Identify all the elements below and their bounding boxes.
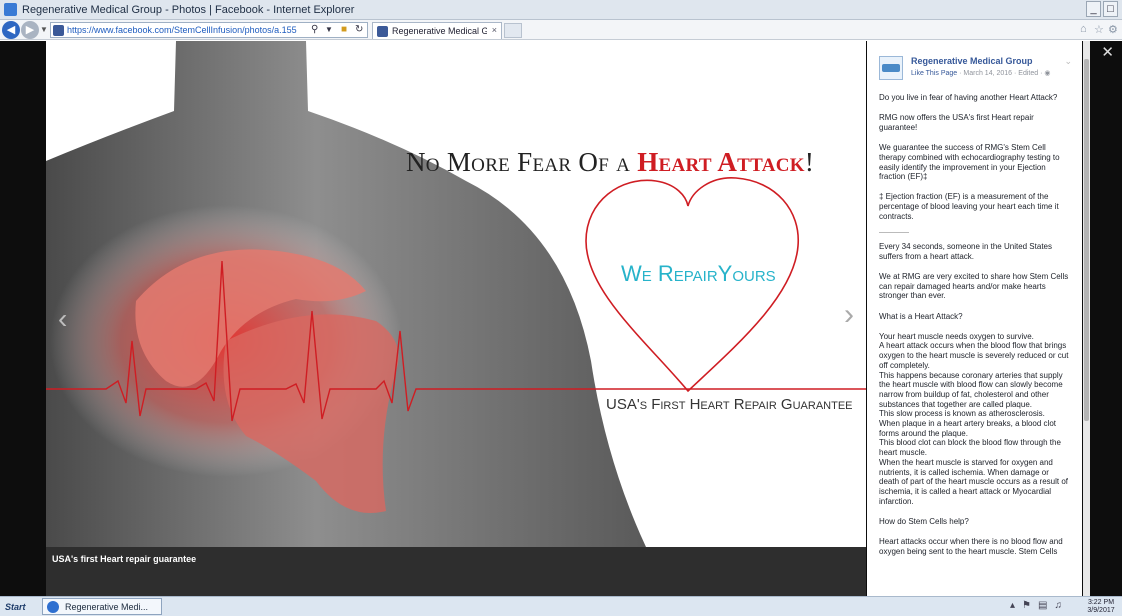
tray-arrow-icon[interactable]: ▴ [1010, 600, 1015, 611]
post-meta: Like This Page · March 14, 2016 · Edited… [911, 69, 1050, 77]
browser-tab-active[interactable]: Regenerative Medical Gro... × [372, 22, 502, 39]
photo-caption: USA's first Heart repair guarantee [52, 554, 197, 564]
post-sidebar: Regenerative Medical Group Like This Pag… [867, 41, 1082, 596]
refresh-icon[interactable]: ↻ [355, 24, 363, 35]
headline-lead: No More Fear Of a [406, 147, 638, 177]
post-paragraph: We guarantee the success of RMG's Stem C… [879, 143, 1060, 182]
favorites-star-icon[interactable]: ☆ [1094, 23, 1104, 36]
clock-time: 3:22 PM [1087, 599, 1115, 606]
window-title: Regenerative Medical Group - Photos | Fa… [22, 4, 355, 16]
minimize-button[interactable]: _ [1086, 1, 1101, 17]
chevron-left-icon[interactable]: ‹ [58, 303, 67, 335]
post-text: Do you live in fear of having another He… [879, 93, 1069, 567]
tab-favicon-icon [377, 26, 388, 37]
post-date: · March 14, 2016 · Edited · [957, 70, 1045, 77]
photo-theater: No More Fear Of a Heart Attack! We Repai… [0, 41, 1122, 596]
tab-label: Regenerative Medical Gro... [392, 26, 487, 36]
gear-icon[interactable]: ⚙ [1108, 23, 1118, 36]
volume-icon[interactable]: ♫ [1054, 600, 1062, 611]
system-tray: ▴ ⚑ ▤ ♫ [1010, 600, 1062, 611]
chevron-right-icon[interactable]: › [844, 298, 854, 332]
heart-text: We RepairYours [621, 261, 776, 286]
site-favicon-icon [53, 25, 64, 36]
photo-illustration [46, 41, 866, 596]
close-icon[interactable]: ✕ [1101, 43, 1114, 61]
search-icon[interactable]: ⚲ [311, 24, 318, 35]
taskbar-ie-button[interactable]: Regenerative Medi... [42, 598, 162, 615]
history-dropdown-icon[interactable]: ▼ [40, 25, 48, 34]
post-paragraph: RMG now offers the USA's first Heart rep… [879, 113, 1034, 132]
clock-date: 3/9/2017 [1087, 607, 1115, 614]
post-paragraph: Every 34 seconds, someone in the United … [879, 242, 1052, 261]
address-dropdown-icon[interactable]: ▼ [325, 25, 333, 34]
photo-caption-bar: USA's first Heart repair guarantee [46, 547, 866, 596]
network-icon[interactable]: ▤ [1038, 600, 1047, 611]
post-paragraph: ‡ Ejection fraction (EF) is a measuremen… [879, 192, 1059, 221]
new-tab-button[interactable] [504, 23, 522, 38]
start-button[interactable]: Start [2, 599, 36, 615]
headline-end: ! [804, 147, 815, 177]
post-paragraph: Your heart muscle needs oxygen to surviv… [879, 331, 1069, 506]
browser-navigation-bar: ◀ ▶ ▼ https://www.facebook.com/StemCellI… [0, 20, 1122, 40]
maximize-button[interactable]: □ [1103, 1, 1118, 17]
window-controls: _ □ [1086, 1, 1118, 19]
ie-logo-icon [4, 3, 17, 16]
forward-arrow-icon[interactable]: ▶ [21, 21, 39, 39]
sidebar-scrollbar-thumb[interactable] [1084, 59, 1089, 421]
page-avatar[interactable] [879, 56, 903, 80]
home-icon[interactable]: ⌂ [1080, 23, 1087, 35]
taskbar: Start Regenerative Medi... ▴ ⚑ ▤ ♫ 3:22 … [0, 596, 1122, 616]
post-paragraph: How do Stem Cells help? [879, 516, 969, 526]
post-paragraph: We at RMG are very excited to share how … [879, 271, 1069, 301]
photo-tagline: USA's First Heart Repair Guarantee [606, 396, 853, 413]
tab-close-icon[interactable]: × [492, 25, 497, 35]
address-url[interactable]: https://www.facebook.com/StemCellInfusio… [67, 25, 297, 35]
divider [879, 232, 909, 234]
post-paragraph: What is a Heart Attack? [879, 311, 963, 321]
taskbar-item-label: Regenerative Medi... [65, 602, 149, 612]
ie-icon [47, 601, 59, 613]
post-photo[interactable]: No More Fear Of a Heart Attack! We Repai… [46, 41, 866, 596]
headline-emphasis: Heart Attack [637, 147, 805, 177]
avatar-logo-icon [882, 64, 900, 72]
address-bar[interactable]: https://www.facebook.com/StemCellInfusio… [50, 22, 368, 38]
photo-headline: No More Fear Of a Heart Attack! [406, 147, 846, 178]
back-arrow-icon[interactable]: ◀ [2, 21, 20, 39]
like-page-link[interactable]: Like This Page [911, 70, 957, 77]
post-options-icon[interactable]: ⌄ [1064, 56, 1072, 67]
globe-icon: ◉ [1044, 70, 1051, 77]
flag-icon[interactable]: ⚑ [1022, 600, 1031, 611]
system-clock[interactable]: 3:22 PM 3/9/2017 [1086, 599, 1116, 615]
post-paragraph: Heart attacks occur when there is no blo… [879, 537, 1063, 556]
post-paragraph: Do you live in fear of having another He… [879, 93, 1058, 102]
lock-icon[interactable]: ■ [341, 24, 347, 35]
window-title-bar: Regenerative Medical Group - Photos | Fa… [0, 0, 1122, 20]
page-name-link[interactable]: Regenerative Medical Group [911, 56, 1033, 66]
